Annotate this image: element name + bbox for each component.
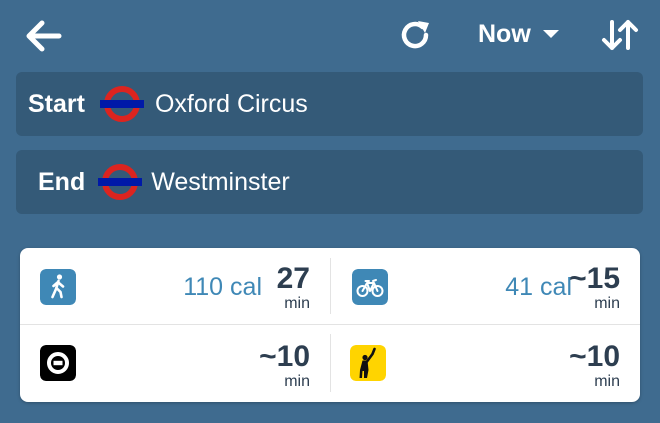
uber-duration: ~10 min xyxy=(230,342,310,390)
bicycle-icon xyxy=(352,269,388,305)
taxi-duration: ~10 min xyxy=(540,342,620,390)
duration-value: ~10 xyxy=(569,340,620,373)
option-bike[interactable]: 41 cal ~15 min xyxy=(330,248,640,324)
refresh-icon xyxy=(401,21,429,49)
swap-vertical-icon xyxy=(602,20,638,50)
walking-person-icon xyxy=(40,269,76,305)
tube-roundel-icon xyxy=(98,164,143,200)
duration-unit: min xyxy=(594,373,620,390)
end-label: End xyxy=(38,167,86,196)
option-uber[interactable]: ~10 min xyxy=(20,325,330,402)
back-button[interactable] xyxy=(24,16,64,56)
chevron-down-icon xyxy=(542,30,559,38)
arrow-left-icon xyxy=(26,20,62,52)
duration-value: 27 xyxy=(276,262,310,295)
end-station: Westminster xyxy=(151,167,290,196)
duration-unit: min xyxy=(284,295,310,312)
top-bar: Now xyxy=(0,0,660,70)
duration-value: ~10 xyxy=(259,340,310,373)
time-selector-label: Now xyxy=(478,19,531,48)
option-walk[interactable]: 110 cal 27 min xyxy=(20,248,330,324)
bike-duration: ~15 min xyxy=(540,264,620,312)
start-station: Oxford Circus xyxy=(154,89,308,118)
duration-value: ~15 xyxy=(569,262,620,295)
refresh-button[interactable] xyxy=(394,14,436,56)
start-field[interactable]: Start Oxford Circus xyxy=(16,72,643,136)
swap-button[interactable] xyxy=(598,14,642,56)
option-taxi[interactable]: ~10 min xyxy=(330,325,640,402)
time-selector[interactable]: Now xyxy=(478,16,559,52)
duration-unit: min xyxy=(594,295,620,312)
uber-icon xyxy=(40,345,76,381)
walk-duration: 27 min xyxy=(230,264,310,312)
start-label: Start xyxy=(28,89,85,118)
travel-options-card: 110 cal 27 min 41 cal ~15 min ~10 min ~1… xyxy=(20,248,640,402)
taxi-hail-icon xyxy=(350,345,386,381)
tube-roundel-icon xyxy=(99,86,144,122)
end-field[interactable]: End Westminster xyxy=(16,150,643,214)
duration-unit: min xyxy=(284,373,310,390)
